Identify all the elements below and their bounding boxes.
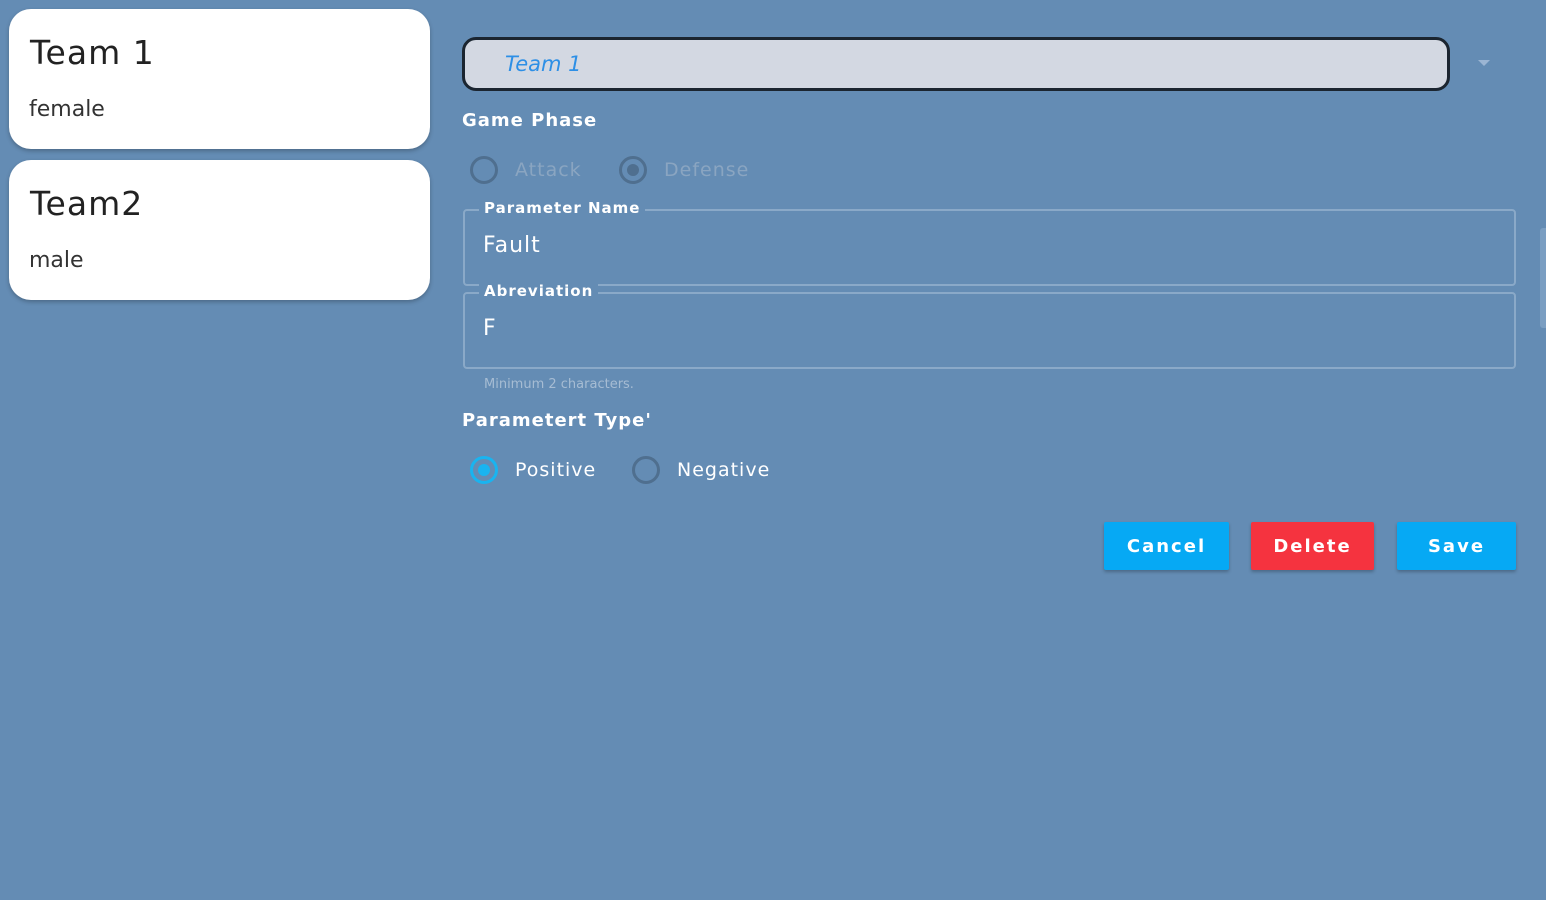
delete-button[interactable]: Delete xyxy=(1251,522,1374,570)
radio-positive[interactable]: Positive xyxy=(470,456,596,484)
radio-attack[interactable]: Attack xyxy=(470,156,582,184)
radio-negative-label: Negative xyxy=(677,459,771,481)
radio-checked-icon xyxy=(470,456,498,484)
abbreviation-field: Abreviation xyxy=(463,282,1516,369)
cancel-button[interactable]: Cancel xyxy=(1104,522,1229,570)
parameter-name-field: Parameter Name xyxy=(463,199,1516,286)
radio-defense-label: Defense xyxy=(664,159,750,181)
team-name: Team2 xyxy=(30,184,144,223)
team-gender: male xyxy=(29,248,84,273)
team-gender: female xyxy=(29,97,105,122)
radio-defense[interactable]: Defense xyxy=(619,156,749,184)
team-card-2[interactable]: Team2 male xyxy=(9,160,430,300)
chevron-down-icon[interactable] xyxy=(1478,60,1490,66)
save-button[interactable]: Save xyxy=(1397,522,1516,570)
team-card-1[interactable]: Team 1 female xyxy=(9,9,430,149)
team-select[interactable]: Team 1 xyxy=(462,37,1450,91)
radio-unchecked-icon xyxy=(470,156,498,184)
radio-negative[interactable]: Negative xyxy=(632,456,770,484)
team-name: Team 1 xyxy=(30,33,155,72)
abbreviation-input[interactable] xyxy=(483,316,1483,341)
parameter-editor-page: Team 1 female Team2 male Team 1 Game Pha… xyxy=(0,0,1546,900)
radio-positive-label: Positive xyxy=(515,459,597,481)
abbreviation-label: Abreviation xyxy=(479,282,599,300)
parameter-name-label: Parameter Name xyxy=(479,199,646,217)
radio-checked-icon xyxy=(619,156,647,184)
abbreviation-hint: Minimum 2 characters. xyxy=(484,377,634,392)
parameter-type-label: Parametert Type' xyxy=(462,410,652,431)
team-select-value: Team 1 xyxy=(505,52,582,76)
radio-attack-label: Attack xyxy=(515,159,582,181)
parameter-name-input[interactable] xyxy=(483,233,1483,258)
game-phase-label: Game Phase xyxy=(462,110,598,131)
scrollbar-handle[interactable] xyxy=(1540,228,1546,328)
radio-unchecked-icon xyxy=(632,456,660,484)
